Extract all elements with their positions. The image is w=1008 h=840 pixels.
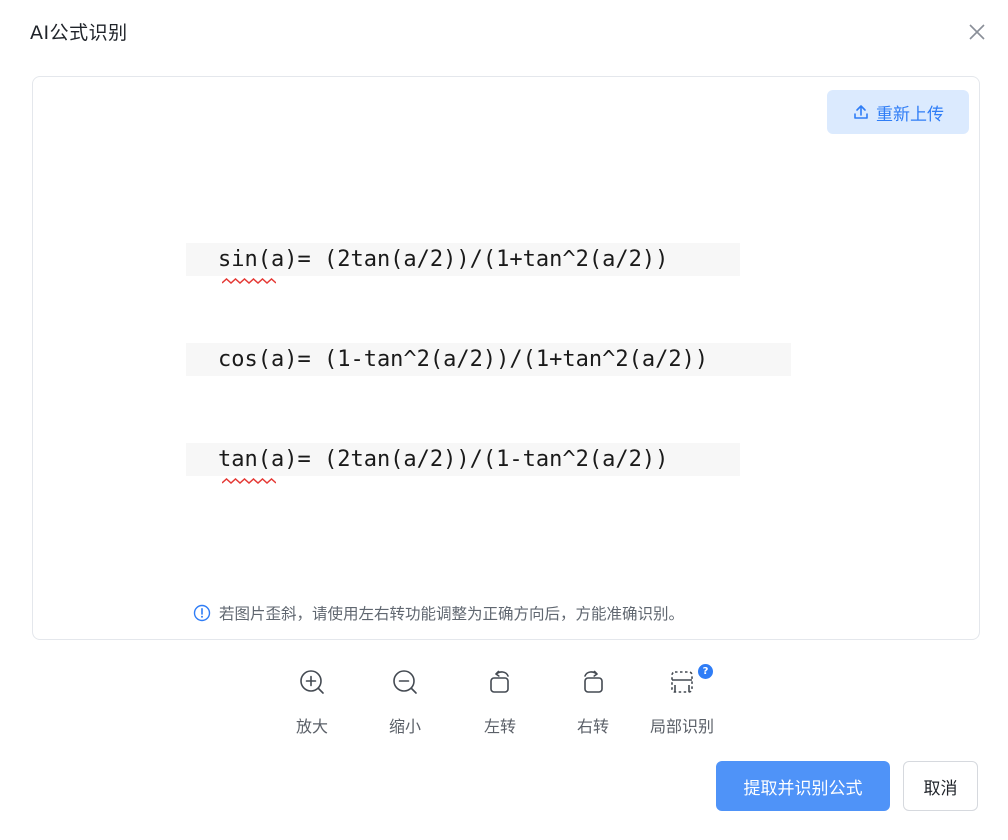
zoom-in-label: 放大 [296, 717, 329, 736]
image-toolbar: 放大 缩小 左转 右转 ? 局部识别 [0, 664, 1008, 740]
zoom-out-button[interactable]: 缩小 [389, 668, 421, 737]
spellcheck-underline [222, 278, 276, 284]
help-badge-icon[interactable]: ? [698, 664, 713, 679]
zoom-in-button[interactable]: 放大 [296, 668, 328, 737]
partial-recognition-label: 局部识别 [650, 717, 715, 736]
rotate-left-icon [486, 668, 514, 704]
formula-line: cos(a)= (1-tan^2(a/2))/(1+tan^2(a/2)) [186, 343, 791, 376]
rotation-hint: 若图片歪斜，请使用左右转功能调整为正确方向后，方能准确识别。 [193, 602, 684, 624]
formula-line: tan(a)= (2tan(a/2))/(1-tan^2(a/2)) [186, 443, 740, 476]
rotate-right-label: 右转 [577, 717, 610, 736]
reupload-button[interactable]: 重新上传 [827, 90, 969, 134]
close-icon[interactable] [966, 21, 988, 43]
info-icon [193, 604, 211, 622]
cancel-button[interactable]: 取消 [903, 761, 978, 811]
upload-icon [852, 103, 870, 121]
rotate-left-label: 左转 [484, 717, 517, 736]
hint-text: 若图片歪斜，请使用左右转功能调整为正确方向后，方能准确识别。 [219, 605, 685, 623]
image-preview-panel: 重新上传 sin(a)= (2tan(a/2))/(1+tan^2(a/2)) … [32, 76, 980, 640]
rotate-left-button[interactable]: 左转 [484, 668, 516, 737]
spellcheck-underline [222, 478, 276, 484]
zoom-in-icon [298, 668, 326, 704]
zoom-out-icon [391, 668, 419, 704]
rotate-right-icon [579, 668, 607, 704]
zoom-out-label: 缩小 [389, 717, 422, 736]
crop-select-icon: ? [668, 664, 713, 704]
partial-recognition-button[interactable]: ? 局部识别 [650, 664, 715, 737]
dialog-title: AI公式识别 [30, 22, 128, 44]
rotate-right-button[interactable]: 右转 [577, 668, 609, 737]
extract-recognize-button[interactable]: 提取并识别公式 [716, 761, 890, 811]
reupload-label: 重新上传 [876, 104, 944, 125]
formula-line: sin(a)= (2tan(a/2))/(1+tan^2(a/2)) [186, 243, 740, 276]
